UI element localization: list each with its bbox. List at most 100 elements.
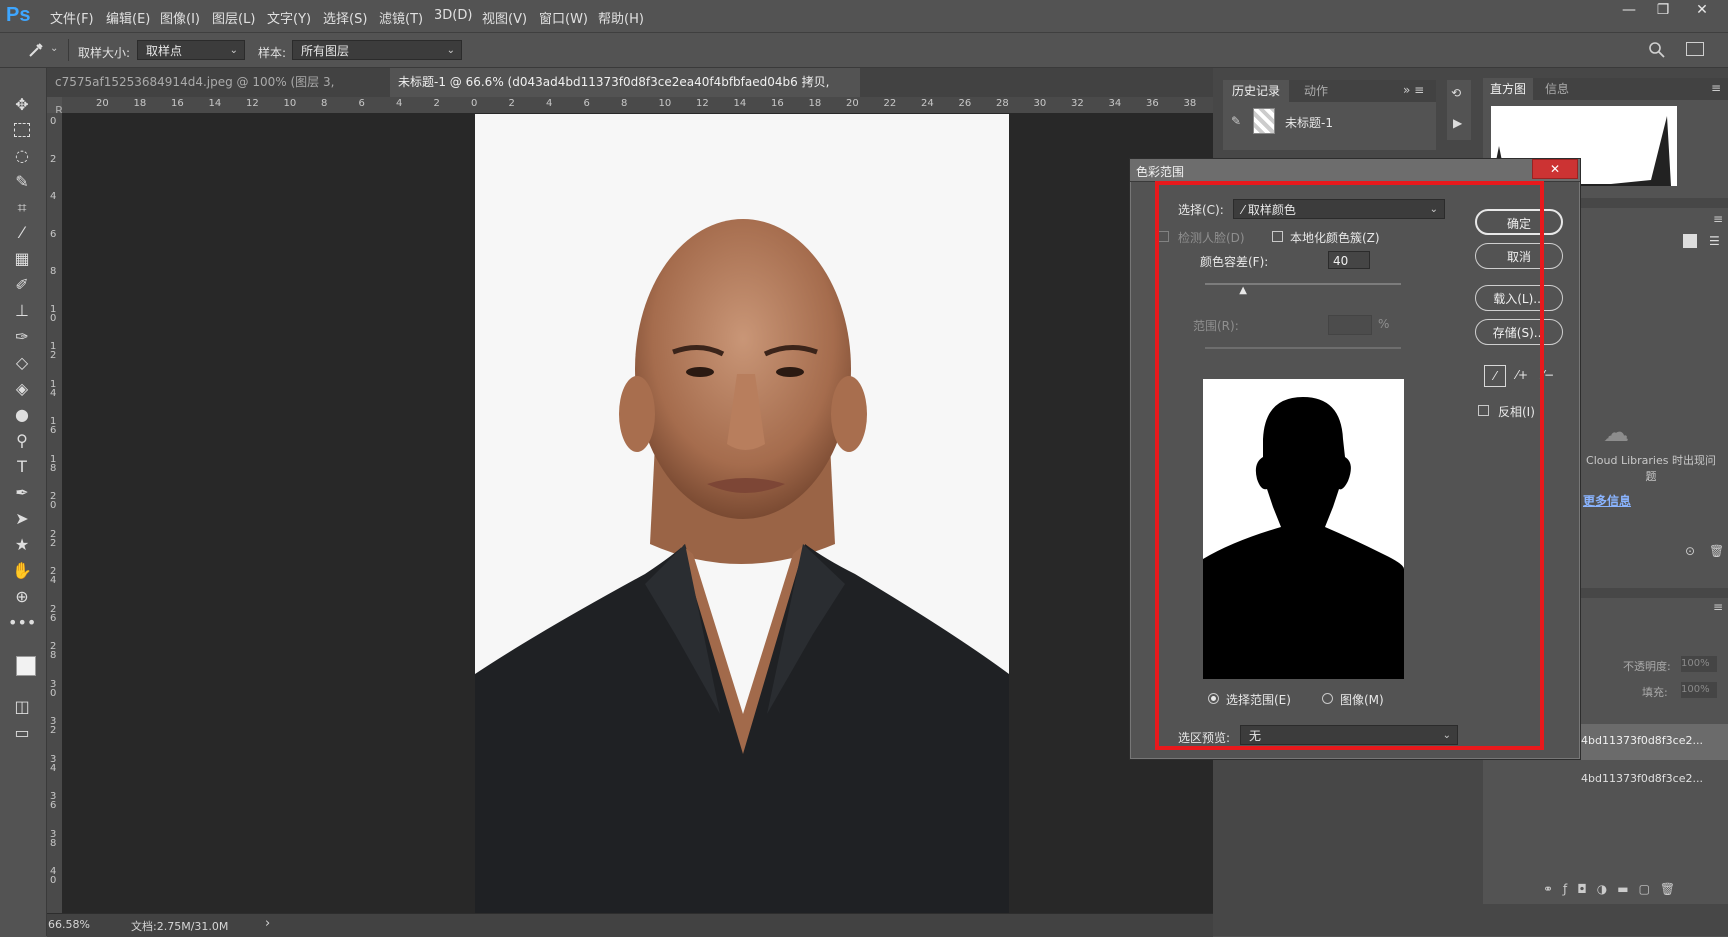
menu-image[interactable]: 图像(I): [160, 8, 200, 27]
portrait-photo[interactable]: [475, 114, 1009, 914]
menu-window[interactable]: 窗口(W): [539, 8, 588, 27]
history-brush-source-icon[interactable]: ✎: [1231, 114, 1241, 128]
eyedropper-tool-icon[interactable]: [26, 40, 46, 60]
menu-3d[interactable]: 3D(D): [434, 8, 472, 23]
ruler-tick-label: 6: [358, 98, 365, 109]
history-brush-icon[interactable]: ✑: [8, 326, 36, 348]
menu-file[interactable]: 文件(F): [50, 8, 94, 27]
gradient-tool-icon[interactable]: ◈: [8, 378, 36, 400]
close-window-button[interactable]: ✕: [1685, 2, 1719, 22]
ruler-tick-label: 22: [883, 98, 897, 109]
vertical-ruler: 0 2 4 6 8 1 0 1 2 1 4 1 6 1 8 2 0 2 2 2 4 2 6 2 8 3 0 3 …: [47, 113, 63, 913]
sample-size-value: 取样点: [146, 44, 183, 58]
menu-filter[interactable]: 滤镜(T): [379, 8, 423, 27]
blur-tool-icon[interactable]: ●: [8, 404, 36, 426]
ruler-tick-label: 20: [96, 98, 109, 109]
libraries-error-text: Cloud Libraries 时出现问题: [1586, 454, 1716, 483]
ruler-tick-label: 8: [321, 98, 328, 109]
panel-menu-icon[interactable]: » ≡: [1403, 83, 1424, 97]
marquee-tool-icon[interactable]: [8, 119, 36, 141]
menu-layer[interactable]: 图层(L): [212, 8, 255, 27]
panel-menu-icon[interactable]: ≡: [1713, 600, 1723, 614]
trash-icon[interactable]: 🗑: [1709, 544, 1724, 558]
menu-select[interactable]: 选择(S): [323, 8, 367, 27]
ruler-tick-label: 26: [958, 98, 972, 109]
more-info-link[interactable]: 更多信息: [1583, 492, 1631, 509]
layer-row[interactable]: 4bd11373f0d8f3ce2...: [1483, 762, 1728, 798]
tab-history[interactable]: 历史记录: [1223, 80, 1289, 102]
lasso-tool-icon[interactable]: ◌: [8, 145, 36, 167]
document-tabs: c7575af15253684914d4.jpeg @ 100% (图层 3, …: [47, 68, 1213, 118]
type-tool-icon[interactable]: T: [8, 456, 36, 478]
move-tool-icon[interactable]: ✥: [8, 94, 36, 116]
quick-select-tool-icon[interactable]: ✎: [8, 171, 36, 193]
ruler-tick-label: 1 6: [50, 416, 57, 436]
tool-preset-chevron-icon[interactable]: ⌄: [50, 43, 58, 54]
hand-tool-icon[interactable]: ✋: [8, 560, 36, 582]
history-icon[interactable]: ⟲: [1451, 86, 1461, 100]
menu-view[interactable]: 视图(V): [482, 8, 527, 27]
menu-type[interactable]: 文字(Y): [267, 8, 311, 27]
clone-stamp-icon[interactable]: ⊥: [8, 300, 36, 322]
ruler-tick-label: 18: [133, 98, 147, 109]
search-icon[interactable]: [1648, 41, 1666, 59]
tab-untitled[interactable]: 未标题-1 @ 66.6% (d043ad4bd11373f0d8f3ce2ea…: [390, 68, 860, 118]
menu-edit[interactable]: 编辑(E): [106, 8, 150, 27]
status-arrow-icon[interactable]: ›: [265, 916, 270, 931]
panel-menu-icon[interactable]: ≡: [1711, 81, 1721, 95]
history-snapshot-label[interactable]: 未标题-1: [1285, 114, 1333, 131]
tab-histogram[interactable]: 直方图: [1483, 78, 1533, 100]
dialog-title: 色彩范围: [1136, 165, 1185, 179]
fill-label: 填充:: [1642, 686, 1668, 699]
eraser-tool-icon[interactable]: ◇: [8, 352, 36, 374]
zoom-level[interactable]: 66.58%: [48, 918, 90, 931]
tab-info[interactable]: 信息: [1537, 78, 1577, 100]
history-panel: 历史记录 动作 » ≡ ✎ 未标题-1: [1223, 80, 1436, 150]
layer-actions-icons[interactable]: ⚭ƒ◘◑▬▢🗑: [1543, 882, 1685, 896]
menu-help[interactable]: 帮助(H): [598, 8, 644, 27]
photoshop-logo-icon: Ps: [6, 4, 31, 26]
sample-value: 所有图层: [301, 44, 350, 58]
shape-tool-icon[interactable]: ★: [8, 534, 36, 556]
opacity-label: 不透明度:: [1623, 660, 1671, 673]
path-select-icon[interactable]: ➤: [8, 508, 36, 530]
cloud-sync-icon[interactable]: ⊙: [1685, 544, 1695, 558]
tab-actions[interactable]: 动作: [1293, 80, 1339, 102]
ruler-tick-label: 30: [1033, 98, 1047, 109]
pen-tool-icon[interactable]: ✒: [8, 482, 36, 504]
history-tabs: 历史记录 动作 » ≡: [1223, 80, 1436, 102]
sample-size-select[interactable]: 取样点 ⌄: [137, 40, 245, 60]
ruler-tick-label: 6: [50, 228, 57, 240]
ruler-tick-label: 0: [471, 98, 478, 109]
foreground-color-swatch[interactable]: [16, 656, 36, 676]
brush-tool-icon[interactable]: ✐: [8, 274, 36, 296]
ruler-tick-label: 28: [996, 98, 1009, 109]
minimize-button[interactable]: —: [1612, 2, 1646, 22]
screen-mode-icon[interactable]: ▭: [8, 722, 36, 744]
dialog-close-button[interactable]: ✕: [1532, 159, 1578, 179]
ruler-tick-label: 12: [696, 98, 709, 109]
dialog-title-bar[interactable]: 色彩范围 ✕: [1130, 159, 1580, 182]
fill-field[interactable]: 100%: [1681, 682, 1717, 698]
ruler-tick-label: 2 6: [50, 603, 57, 624]
snapshot-thumbnail[interactable]: [1253, 108, 1275, 134]
tab-jpeg[interactable]: c7575af15253684914d4.jpeg @ 100% (图层 3, …: [47, 68, 377, 118]
healing-brush-icon[interactable]: ▦: [8, 248, 36, 270]
eyedropper-icon[interactable]: ⁄: [8, 222, 36, 244]
more-tools-icon[interactable]: •••: [8, 612, 36, 634]
sample-select[interactable]: 所有图层 ⌄: [292, 40, 462, 60]
crop-tool-icon[interactable]: ⌗: [8, 197, 36, 219]
dodge-tool-icon[interactable]: ⚲: [8, 430, 36, 452]
list-view-icon[interactable]: ☰: [1709, 234, 1720, 248]
cloud-libraries-icon: ☁: [1603, 418, 1629, 448]
play-icon[interactable]: ▶: [1453, 116, 1462, 130]
opacity-field[interactable]: 100%: [1681, 656, 1717, 672]
histogram-tabs: 直方图 信息 ≡: [1483, 78, 1728, 100]
zoom-tool-icon[interactable]: ⊕: [8, 586, 36, 608]
grid-view-icon[interactable]: [1683, 234, 1697, 248]
panel-menu-icon[interactable]: ≡: [1713, 212, 1723, 226]
ruler-tick-label: 4 0: [50, 866, 57, 886]
restore-button[interactable]: ❐: [1646, 2, 1680, 22]
workspace-icon[interactable]: [1686, 42, 1704, 56]
quick-mask-icon[interactable]: ◫: [8, 696, 36, 718]
